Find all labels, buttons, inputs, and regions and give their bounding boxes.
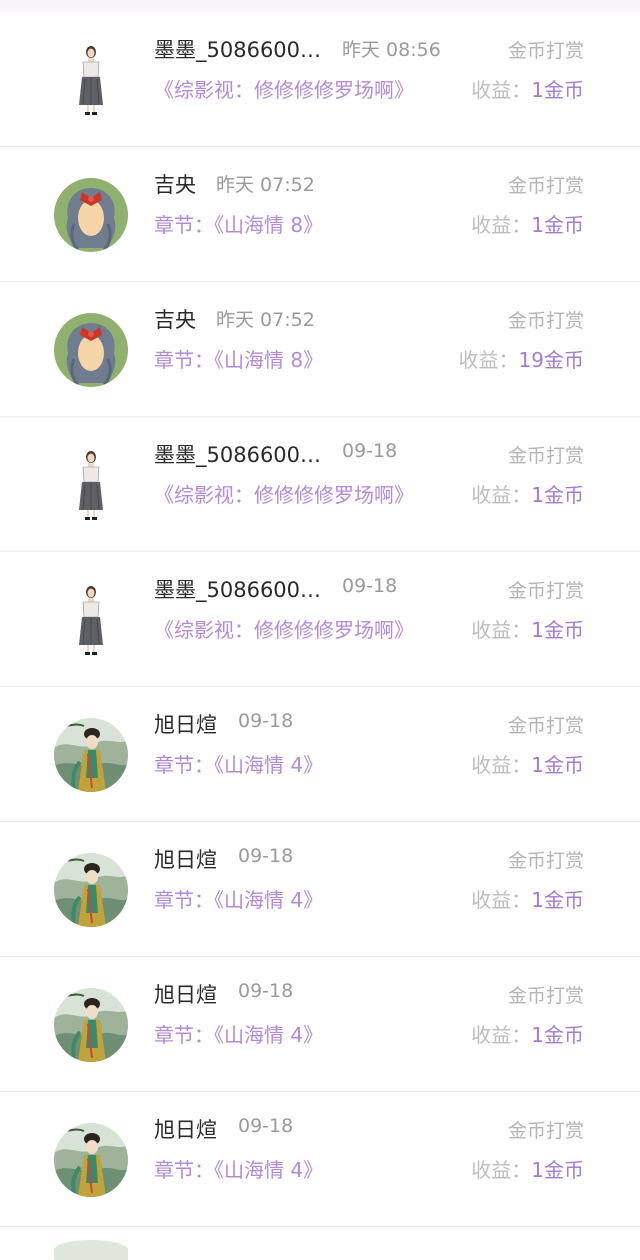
timestamp: 09-18 [238, 845, 294, 867]
list-item[interactable]: 墨墨_5086600… 09-18 金币打赏 《综影视：修修修修罗场啊》 收益：… [0, 417, 640, 552]
list-item[interactable]: 吉央 昨天 07:52 金币打赏 章节：《山海情 8》 收益：19金币 [0, 282, 640, 417]
income-value: 1金币 [531, 888, 584, 912]
timestamp: 昨天 08:56 [342, 39, 441, 61]
timestamp: 昨天 07:52 [216, 174, 315, 196]
chapter-title[interactable]: 《综影视：修修修修罗场啊》 [154, 479, 414, 508]
chapter-title[interactable]: 《综影视：修修修修罗场啊》 [154, 614, 414, 643]
income-value: 1金币 [531, 1158, 584, 1182]
income-label: 收益： [471, 1023, 532, 1047]
timestamp: 09-18 [238, 710, 294, 732]
reward-type: 金币打赏 [507, 40, 584, 62]
user-name[interactable]: 旭日煊 [154, 844, 217, 874]
avatar[interactable] [54, 43, 128, 117]
chapter-title[interactable]: 章节：《山海情 4》 [154, 1019, 323, 1048]
chapter-title[interactable]: 章节：《山海情 4》 [154, 749, 323, 778]
chapter-title[interactable]: 章节：《山海情 4》 [154, 884, 323, 913]
list-item[interactable]: 吉央 昨天 07:52 金币打赏 章节：《山海情 8》 收益：1金币 [0, 147, 640, 282]
user-name[interactable]: 旭日煊 [154, 1114, 217, 1144]
income-label: 收益： [471, 1158, 532, 1182]
income-label: 收益： [458, 348, 519, 372]
income-value: 1金币 [531, 483, 584, 507]
chapter-title[interactable]: 《综影视：修修修修罗场啊》 [154, 74, 414, 103]
user-name[interactable]: 墨墨_5086600… [154, 574, 321, 604]
reward-list: 墨墨_5086600… 昨天 08:56 金币打赏 《综影视：修修修修罗场啊》 … [0, 12, 640, 1227]
avatar[interactable] [54, 853, 128, 927]
income-value: 1金币 [531, 753, 584, 777]
reward-type: 金币打赏 [507, 985, 584, 1007]
income-label: 收益： [471, 753, 532, 777]
income-value: 1金币 [531, 213, 584, 237]
income-label: 收益： [471, 213, 532, 237]
user-name[interactable]: 旭日煊 [154, 709, 217, 739]
timestamp: 09-18 [238, 980, 294, 1002]
chapter-title[interactable]: 章节：《山海情 4》 [154, 1154, 323, 1183]
reward-type: 金币打赏 [507, 310, 584, 332]
avatar[interactable] [54, 448, 128, 522]
income: 收益：1金币 [471, 614, 584, 643]
chapter-title[interactable]: 章节：《山海情 8》 [154, 209, 323, 238]
income-value: 19金币 [518, 348, 584, 372]
timestamp: 昨天 07:52 [216, 309, 315, 331]
income: 收益：1金币 [471, 749, 584, 778]
income-label: 收益： [471, 618, 532, 642]
income: 收益：1金币 [471, 209, 584, 238]
chapter-title[interactable]: 章节：《山海情 8》 [154, 344, 323, 373]
timestamp: 09-18 [342, 440, 398, 462]
avatar[interactable] [54, 988, 128, 1062]
avatar[interactable] [54, 583, 128, 657]
timestamp: 09-18 [342, 575, 398, 597]
top-strip [0, 0, 640, 12]
income: 收益：1金币 [471, 74, 584, 103]
avatar[interactable] [54, 313, 128, 387]
reward-type: 金币打赏 [507, 445, 584, 467]
user-name[interactable]: 吉央 [154, 169, 196, 199]
user-name[interactable]: 吉央 [154, 304, 196, 334]
income: 收益：1金币 [471, 1019, 584, 1048]
reward-type: 金币打赏 [507, 580, 584, 602]
user-name[interactable]: 墨墨_5086600… [154, 439, 321, 469]
user-name[interactable]: 旭日煊 [154, 979, 217, 1009]
list-item[interactable]: 墨墨_5086600… 昨天 08:56 金币打赏 《综影视：修修修修罗场啊》 … [0, 12, 640, 147]
income-value: 1金币 [531, 78, 584, 102]
income: 收益：19金币 [459, 344, 584, 373]
income-label: 收益： [471, 888, 532, 912]
avatar[interactable] [54, 178, 128, 252]
list-item[interactable]: 旭日煊 09-18 金币打赏 章节：《山海情 4》 收益：1金币 [0, 687, 640, 822]
reward-type: 金币打赏 [507, 715, 584, 737]
income-label: 收益： [471, 483, 532, 507]
avatar[interactable] [54, 1123, 128, 1197]
reward-type: 金币打赏 [507, 1120, 584, 1142]
avatar[interactable] [54, 1240, 128, 1260]
income: 收益：1金币 [471, 1154, 584, 1183]
income: 收益：1金币 [471, 479, 584, 508]
user-name[interactable]: 墨墨_5086600… [154, 34, 321, 64]
list-item[interactable]: 旭日煊 09-18 金币打赏 章节：《山海情 4》 收益：1金币 [0, 957, 640, 1092]
income-label: 收益： [471, 78, 532, 102]
income-value: 1金币 [531, 618, 584, 642]
income-value: 1金币 [531, 1023, 584, 1047]
avatar[interactable] [54, 718, 128, 792]
list-item[interactable]: 旭日煊 09-18 金币打赏 章节：《山海情 4》 收益：1金币 [0, 822, 640, 957]
timestamp: 09-18 [238, 1115, 294, 1137]
list-item[interactable]: 墨墨_5086600… 09-18 金币打赏 《综影视：修修修修罗场啊》 收益：… [0, 552, 640, 687]
reward-type: 金币打赏 [507, 850, 584, 872]
income: 收益：1金币 [471, 884, 584, 913]
reward-type: 金币打赏 [507, 175, 584, 197]
list-item[interactable]: 旭日煊 09-18 金币打赏 章节：《山海情 4》 收益：1金币 [0, 1092, 640, 1227]
